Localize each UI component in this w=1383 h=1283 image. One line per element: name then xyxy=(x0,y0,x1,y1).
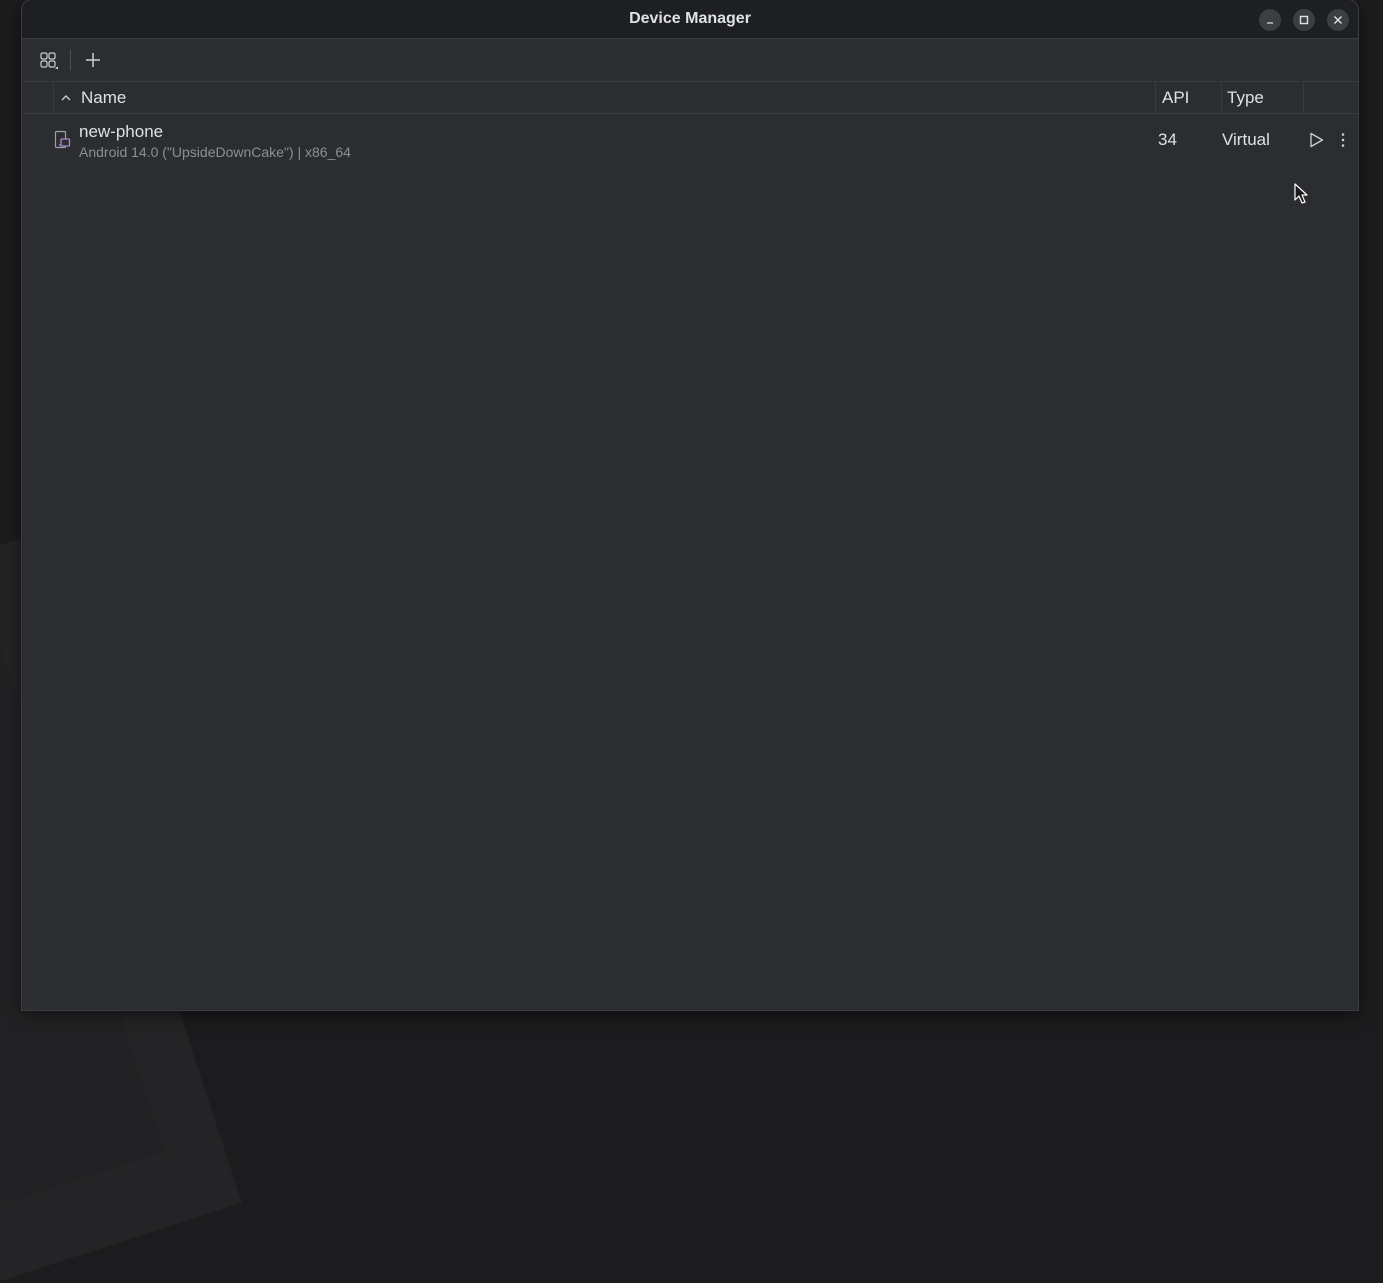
column-header-api[interactable]: API xyxy=(1162,82,1189,113)
toolbar-separator xyxy=(70,50,71,70)
window-title: Device Manager xyxy=(629,10,751,27)
add-device-button[interactable] xyxy=(80,47,106,73)
window-controls xyxy=(1259,9,1349,31)
table-header: Name API Type xyxy=(22,82,1358,114)
minimize-icon xyxy=(1267,22,1273,24)
mouse-cursor-icon xyxy=(1294,183,1308,204)
device-api-level: 34 xyxy=(1158,130,1177,149)
toolbar xyxy=(22,39,1358,82)
minimize-button[interactable] xyxy=(1259,9,1281,31)
column-header-type[interactable]: Type xyxy=(1227,82,1264,113)
device-type: Virtual xyxy=(1222,130,1270,149)
close-icon xyxy=(1334,16,1342,24)
column-divider xyxy=(1155,82,1156,113)
more-vertical-icon xyxy=(1341,133,1345,147)
device-name: new-phone xyxy=(79,122,164,141)
column-header-name[interactable]: Name xyxy=(81,82,126,113)
device-row[interactable]: new-phone Android 14.0 ("UpsideDownCake"… xyxy=(22,114,1358,166)
chevron-up-icon xyxy=(61,95,71,101)
device-view-button[interactable] xyxy=(36,47,62,73)
device-manager-window: Device Manager Name API Type new-phone A… xyxy=(22,0,1358,1010)
close-button[interactable] xyxy=(1327,9,1349,31)
more-actions-button[interactable] xyxy=(1336,130,1350,150)
column-divider xyxy=(1221,82,1222,113)
column-divider xyxy=(53,82,54,113)
maximize-button[interactable] xyxy=(1293,9,1315,31)
virtual-device-icon xyxy=(54,130,71,149)
play-icon xyxy=(1310,132,1324,148)
column-divider xyxy=(1303,82,1304,113)
plus-icon xyxy=(86,53,100,67)
maximize-icon xyxy=(1299,15,1309,25)
title-bar[interactable]: Device Manager xyxy=(22,0,1358,39)
grid-view-icon xyxy=(40,52,58,69)
device-details: Android 14.0 ("UpsideDownCake") | x86_64 xyxy=(79,144,351,160)
launch-device-button[interactable] xyxy=(1305,130,1327,150)
